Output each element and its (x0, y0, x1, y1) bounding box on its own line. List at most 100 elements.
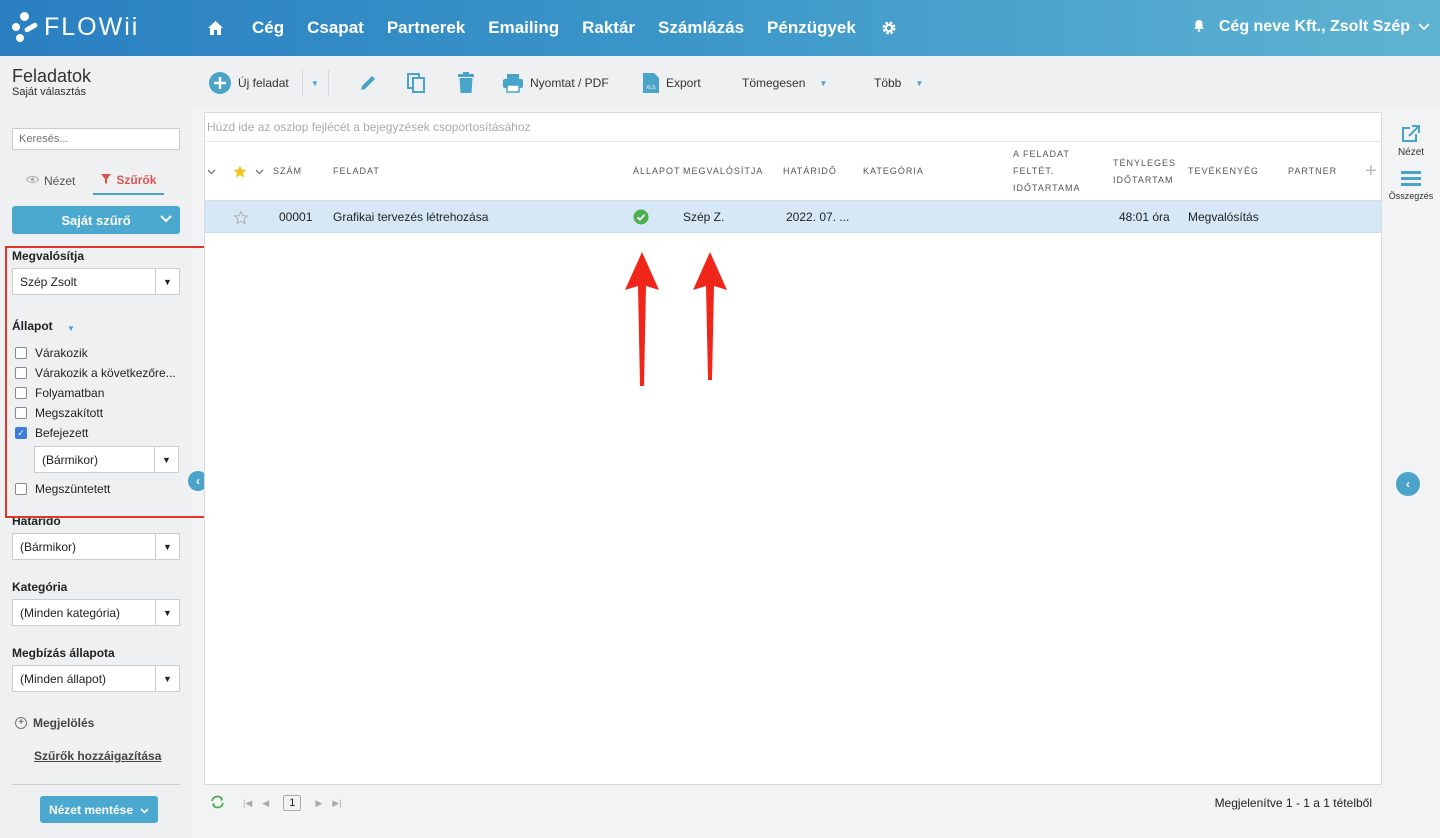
status-checkbox-folyamatban[interactable]: Folyamatban (15, 386, 104, 400)
category-select[interactable]: (Minden kategória) ▼ (12, 599, 180, 626)
status-option-label: Várakozik a következőre... (35, 366, 176, 380)
cell-assignee: Szép Z. (683, 210, 725, 224)
edit-pencil-icon[interactable] (358, 70, 384, 96)
nav-item-csapat[interactable]: Csapat (307, 18, 364, 38)
nav-item-ceg[interactable]: Cég (252, 18, 284, 38)
toolbar: Új feladat ▼ Nyomtat / PDF XLS Export Tö… (192, 56, 1440, 110)
current-page-number[interactable]: 1 (283, 795, 302, 811)
nav-item-emailing[interactable]: Emailing (488, 18, 559, 38)
new-task-button[interactable]: Új feladat (208, 70, 289, 96)
export-button[interactable]: XLS Export (642, 70, 701, 96)
flowii-logo[interactable]: FLOWii (12, 12, 139, 42)
header-line: A FELADAT (1013, 149, 1070, 159)
group-by-drop-zone[interactable]: Húzd ide az oszlop fejlécét a bejegyzése… (205, 113, 1381, 142)
status-checkbox-varakozik-kovetkezore[interactable]: Várakozik a következőre... (15, 366, 176, 380)
settings-gear-icon[interactable] (879, 18, 899, 38)
bulk-actions-dropdown[interactable]: Tömegesen ▼ (742, 70, 827, 96)
column-header-task[interactable]: FELADAT (333, 142, 380, 201)
column-header-deadline[interactable]: HATÁRIDŐ (783, 142, 837, 201)
column-header-number[interactable]: SZÁM (273, 142, 302, 201)
star-filter-icon[interactable] (233, 142, 247, 201)
cell-actual-duration: 48:01 óra (1119, 210, 1170, 224)
last-page-icon[interactable]: ▶| (332, 798, 341, 809)
marking-toggle[interactable]: + Megjelölés (15, 716, 94, 730)
assign-filters-link[interactable]: Szűrők hozzáigazítása (34, 749, 161, 763)
print-pdf-button[interactable]: Nyomtat / PDF (502, 70, 609, 96)
own-filter-button[interactable]: Saját szűrő (12, 206, 180, 234)
deadline-filter-label: Határidő (12, 514, 61, 528)
completed-time-select[interactable]: (Bármikor) ▼ (34, 446, 179, 473)
account-name: Cég neve Kft., Zsolt Szép (1218, 18, 1410, 35)
favorite-star-icon[interactable] (234, 201, 248, 233)
checkbox[interactable] (15, 407, 27, 419)
top-navigation-bar: FLOWii Cég Csapat Partnerek Emailing Rak… (0, 0, 1440, 56)
checkbox[interactable] (15, 367, 27, 379)
caret-down-icon: ▼ (155, 269, 179, 294)
new-task-label: Új feladat (238, 76, 289, 90)
checkbox[interactable] (15, 387, 27, 399)
more-actions-dropdown[interactable]: Több ▼ (874, 70, 923, 96)
divider (328, 70, 329, 96)
new-task-dropdown-icon[interactable]: ▼ (311, 70, 319, 96)
status-checkbox-befejezett[interactable]: ✓ Befejezett (15, 426, 88, 440)
cell-task[interactable]: Grafikai tervezés létrehozása (333, 201, 488, 233)
column-header-actual-duration[interactable]: TÉNYLEGES IDŐTARTAM (1113, 142, 1176, 201)
tab-filters[interactable]: Szűrők (93, 170, 165, 195)
column-header-status[interactable]: ÁLLAPOT (633, 142, 681, 201)
expand-chevron-icon[interactable] (207, 142, 216, 201)
assignee-select-value: Szép Zsolt (20, 275, 77, 289)
assignee-filter-label: Megvalósítja (12, 249, 85, 263)
tab-view[interactable]: Nézet (18, 170, 83, 195)
search-input[interactable] (12, 128, 180, 150)
status-checkbox-varakozik[interactable]: Várakozik (15, 346, 88, 360)
column-header-partner[interactable]: PARTNER (1288, 142, 1337, 201)
column-header-assignee[interactable]: MEGVALÓSÍTJA (683, 142, 763, 201)
caret-down-icon: ▼ (819, 78, 828, 88)
star-sort-chevron-icon[interactable] (255, 142, 264, 201)
nav-item-partnerek[interactable]: Partnerek (387, 18, 465, 38)
category-filter-label: Kategória (12, 580, 68, 594)
next-page-icon[interactable]: ▶ (315, 798, 322, 809)
save-view-button[interactable]: Nézet mentése (40, 796, 158, 823)
pagination-info: Megjelenítve 1 - 1 a 1 tételből (1214, 796, 1372, 810)
home-icon[interactable] (205, 18, 225, 38)
status-checkbox-megszuntetett[interactable]: Megszüntetett (15, 482, 110, 496)
checkbox[interactable] (15, 347, 27, 359)
divider (12, 784, 180, 785)
nav-item-szamlazas[interactable]: Számlázás (658, 18, 744, 38)
refresh-icon[interactable] (210, 795, 225, 812)
previous-page-icon[interactable]: ◀ (262, 798, 269, 809)
collapse-right-panel-icon[interactable]: ‹ (1396, 472, 1420, 496)
account-menu[interactable]: Cég neve Kft., Zsolt Szép (1193, 18, 1430, 36)
marking-label: Megjelölés (33, 716, 95, 730)
column-header-category[interactable]: KATEGÓRIA (863, 142, 924, 201)
pagination-bar: |◀ ◀ 1 ▶ ▶| Megjelenítve 1 - 1 a 1 tétel… (204, 790, 1382, 816)
caret-down-icon: ▼ (155, 600, 179, 625)
nav-item-penzugyek[interactable]: Pénzügyek (767, 18, 856, 38)
first-page-icon[interactable]: |◀ (243, 798, 252, 809)
column-header-planned-duration[interactable]: A FELADAT FELTÉT. IDŐTARTAMA (1013, 142, 1081, 201)
view-panel-button[interactable]: Nézet (1382, 124, 1440, 158)
checkbox-checked[interactable]: ✓ (15, 427, 27, 439)
red-arrow-up-icon (693, 252, 727, 380)
copy-icon[interactable] (406, 70, 432, 96)
add-column-plus-icon[interactable]: + (1365, 142, 1377, 201)
status-completed-check-icon (633, 201, 649, 233)
status-checkbox-megszakitott[interactable]: Megszakított (15, 406, 103, 420)
status-toggle-caret-icon[interactable]: ▼ (67, 324, 75, 333)
nav-item-raktar[interactable]: Raktár (582, 18, 635, 38)
deadline-select[interactable]: (Bármikor) ▼ (12, 533, 180, 560)
bell-icon[interactable] (1193, 19, 1205, 35)
table-row[interactable]: 00001 Grafikai tervezés létrehozása Szép… (205, 201, 1381, 233)
delete-trash-icon[interactable] (457, 70, 481, 96)
sidebar-tabs: Nézet Szűrők (18, 170, 165, 195)
more-actions-label: Több (874, 76, 902, 90)
assignee-select[interactable]: Szép Zsolt ▼ (12, 268, 180, 295)
status-option-label: Befejezett (35, 426, 89, 440)
summary-panel-button[interactable]: Összegzés (1382, 170, 1440, 201)
checkbox[interactable] (15, 483, 27, 495)
column-header-activity[interactable]: TEVÉKENYÉG (1188, 142, 1259, 201)
assignment-status-select[interactable]: (Minden állapot) ▼ (12, 665, 180, 692)
tab-view-label: Nézet (44, 174, 76, 188)
caret-down-icon: ▼ (155, 534, 179, 559)
